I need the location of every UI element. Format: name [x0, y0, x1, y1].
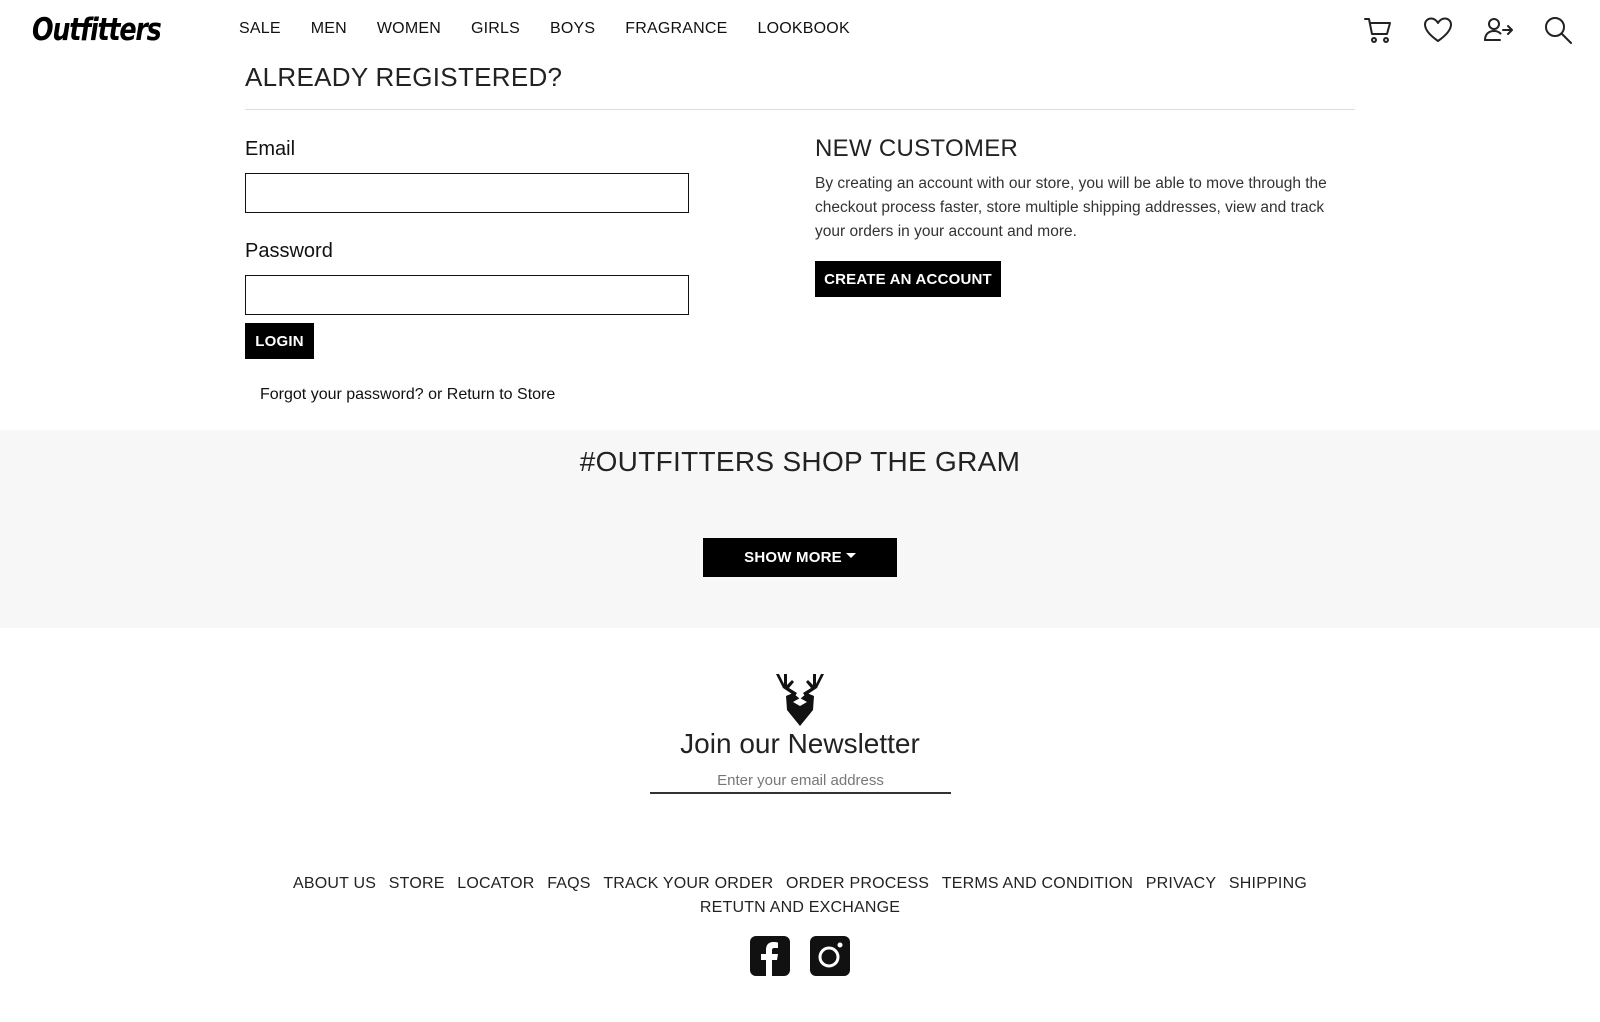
footer-link-shipping[interactable]: SHIPPING: [1229, 875, 1307, 892]
footer-link-locator[interactable]: LOCATOR: [457, 875, 534, 892]
brand-logo[interactable]: Outfitters: [32, 12, 162, 48]
newsletter-email-input[interactable]: [650, 768, 951, 794]
deer-logo-icon: [769, 666, 831, 728]
facebook-icon[interactable]: [750, 936, 790, 976]
page-title: ALREADY REGISTERED?: [245, 62, 563, 92]
email-label: Email: [245, 138, 296, 160]
caret-down-icon: [845, 553, 856, 558]
footer-links-row2: RETUTN AND EXCHANGE: [0, 899, 1600, 917]
site-header: Outfitters SALE MEN WOMEN GIRLS BOYS FRA…: [0, 0, 1600, 62]
show-more-label: SHOW MORE: [744, 549, 842, 566]
password-field[interactable]: [245, 275, 689, 315]
search-icon[interactable]: [1542, 14, 1574, 46]
account-links: Forgot your password? or Return to Store: [260, 386, 555, 404]
show-more-button[interactable]: SHOW MORE: [703, 538, 897, 577]
newsletter-title: Join our Newsletter: [680, 728, 920, 759]
nav-fragrance[interactable]: FRAGRANCE: [625, 20, 727, 38]
password-label: Password: [245, 240, 333, 262]
gram-title: #OUTFITTERS SHOP THE GRAM: [579, 446, 1021, 477]
heart-icon[interactable]: [1422, 14, 1454, 46]
email-field[interactable]: [245, 173, 689, 213]
instagram-icon[interactable]: [810, 936, 850, 976]
footer-link-about-us[interactable]: ABOUT US: [293, 875, 376, 892]
login-button[interactable]: LOGIN: [245, 323, 314, 359]
header-actions: [1360, 14, 1600, 46]
new-customer-title: NEW CUSTOMER: [815, 135, 1019, 162]
create-account-button[interactable]: CREATE AN ACCOUNT: [815, 261, 1001, 297]
title-divider: [245, 109, 1355, 110]
footer-link-return-exchange[interactable]: RETUTN AND EXCHANGE: [700, 899, 900, 916]
return-to-store-link[interactable]: Return to Store: [447, 386, 556, 403]
nav-sale[interactable]: SALE: [239, 20, 281, 38]
footer-link-privacy[interactable]: PRIVACY: [1146, 875, 1216, 892]
nav-girls[interactable]: GIRLS: [471, 20, 520, 38]
new-customer-description: By creating an account with our store, y…: [815, 175, 1327, 240]
user-login-icon[interactable]: [1482, 14, 1514, 46]
footer-link-order-process[interactable]: ORDER PROCESS: [786, 875, 929, 892]
footer-link-terms[interactable]: TERMS AND CONDITION: [942, 875, 1133, 892]
nav-boys[interactable]: BOYS: [550, 20, 595, 38]
footer-link-track-order[interactable]: TRACK YOUR ORDER: [603, 875, 773, 892]
main-nav: SALE MEN WOMEN GIRLS BOYS FRAGRANCE LOOK…: [239, 20, 880, 38]
footer-link-faqs[interactable]: FAQS: [547, 875, 590, 892]
nav-women[interactable]: WOMEN: [377, 20, 441, 38]
cart-icon[interactable]: [1362, 14, 1394, 46]
nav-lookbook[interactable]: LOOKBOOK: [758, 20, 850, 38]
or-text: or: [423, 386, 447, 403]
forgot-password-link[interactable]: Forgot your password?: [260, 386, 424, 403]
nav-men[interactable]: MEN: [311, 20, 347, 38]
footer-links: ABOUT US STORE LOCATOR FAQS TRACK YOUR O…: [0, 875, 1600, 893]
footer-link-store[interactable]: STORE: [389, 875, 445, 892]
